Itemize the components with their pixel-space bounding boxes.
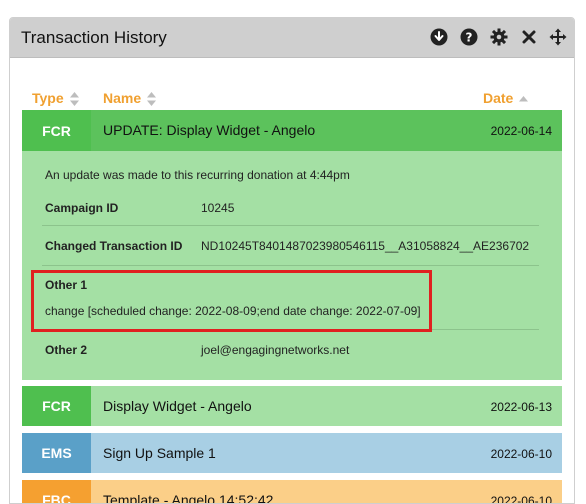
sort-icon <box>147 92 157 107</box>
type-badge: EMS <box>22 433 91 473</box>
field-label-changed-transaction-id: Changed Transaction ID <box>45 239 183 253</box>
divider <box>42 265 539 266</box>
transaction-date: 2022-06-14 <box>490 124 552 138</box>
close-icon[interactable] <box>520 28 538 46</box>
sort-ascending-icon <box>519 92 529 106</box>
highlight-box <box>31 270 432 332</box>
type-badge: FBC <box>22 480 91 503</box>
transaction-history-panel: Transaction History ? Type Name Date FCR… <box>9 17 575 504</box>
transaction-row[interactable]: FBC Template - Angelo 14:52:42 2022-06-1… <box>22 480 562 504</box>
transaction-name: Sign Up Sample 1 <box>103 445 216 461</box>
transaction-details: An update was made to this recurring don… <box>22 151 562 380</box>
column-header-date[interactable]: Date <box>483 90 529 106</box>
field-value-changed-transaction-id: ND10245T8401487023980546115__A31058824__… <box>201 239 530 253</box>
field-value-other-2: joel@engagingnetworks.net <box>201 343 350 357</box>
column-header-type[interactable]: Type <box>32 90 79 107</box>
transaction-date: 2022-06-10 <box>490 447 552 461</box>
transaction-row[interactable]: FCR Display Widget - Angelo 2022-06-13 <box>22 386 562 426</box>
transaction-date: 2022-06-13 <box>490 400 552 414</box>
panel-header: Transaction History ? <box>10 18 574 58</box>
column-date-label: Date <box>483 90 514 106</box>
type-badge: FCR <box>22 386 91 426</box>
divider <box>42 225 539 226</box>
download-icon[interactable] <box>430 28 448 46</box>
help-icon[interactable]: ? <box>460 28 478 46</box>
type-badge: FCR <box>22 110 91 151</box>
transaction-name: Display Widget - Angelo <box>103 398 252 414</box>
panel-title: Transaction History <box>21 28 167 47</box>
column-header-name[interactable]: Name <box>103 90 157 107</box>
transaction-row[interactable]: EMS Sign Up Sample 1 2022-06-10 <box>22 433 562 473</box>
svg-text:?: ? <box>466 31 473 45</box>
field-label-other-2: Other 2 <box>45 343 88 357</box>
update-message: An update was made to this recurring don… <box>45 168 350 182</box>
transaction-date: 2022-06-10 <box>490 494 552 504</box>
gear-icon[interactable] <box>490 28 508 46</box>
sort-icon <box>69 92 79 107</box>
field-label-campaign-id: Campaign ID <box>45 201 119 215</box>
transaction-name: Template - Angelo 14:52:42 <box>103 492 274 504</box>
transaction-name: UPDATE: Display Widget - Angelo <box>103 122 316 138</box>
column-name-label: Name <box>103 90 142 106</box>
transaction-row-expanded[interactable]: FCR UPDATE: Display Widget - Angelo 2022… <box>22 110 562 151</box>
column-type-label: Type <box>32 90 64 106</box>
move-icon[interactable] <box>549 28 567 46</box>
field-value-campaign-id: 10245 <box>201 201 235 215</box>
